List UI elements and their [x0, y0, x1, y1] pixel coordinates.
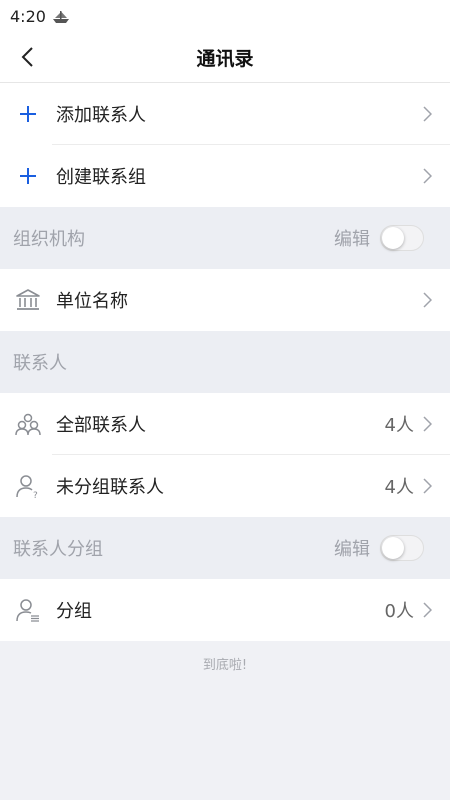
add-contact-row[interactable]: 添加联系人	[0, 83, 450, 145]
ungrouped-contacts-row[interactable]: ? 未分组联系人 4人	[0, 455, 450, 517]
building-icon	[14, 286, 42, 314]
group-count: 0人	[384, 601, 414, 622]
nav-bar: 通讯录	[0, 32, 450, 83]
section-header-contacts: 联系人	[0, 331, 450, 393]
chevron-right-icon	[420, 414, 434, 434]
page-title: 通讯录	[196, 47, 254, 70]
edit-toggle[interactable]	[380, 225, 424, 251]
all-contacts-count: 4人	[384, 415, 414, 436]
chevron-right-icon	[420, 600, 434, 620]
svg-text:?: ?	[33, 491, 38, 499]
edit-toggle[interactable]	[380, 535, 424, 561]
section-header-organization: 组织机构 编辑	[0, 207, 450, 269]
organization-unit-row[interactable]: 单位名称	[0, 269, 450, 331]
edit-label: 编辑	[334, 539, 370, 560]
ungrouped-contacts-count: 4人	[384, 477, 414, 498]
section-header-contact-groups: 联系人分组 编辑	[0, 517, 450, 579]
ungrouped-contacts-label: 未分组联系人	[56, 477, 164, 498]
add-contact-label: 添加联系人	[56, 105, 146, 126]
organization-unit-label: 单位名称	[56, 291, 128, 312]
chevron-right-icon	[420, 476, 434, 496]
edit-label: 编辑	[334, 229, 370, 250]
end-of-list-text: 到底啦!	[202, 658, 248, 673]
back-button[interactable]	[12, 40, 42, 74]
group-label: 分组	[56, 601, 92, 622]
section-title: 组织机构	[13, 229, 85, 250]
create-group-row[interactable]: 创建联系组	[0, 145, 450, 207]
chevron-right-icon	[420, 104, 434, 124]
person-list-icon	[14, 596, 42, 624]
status-time: 4:20	[10, 6, 46, 26]
section-title: 联系人	[13, 353, 67, 374]
all-contacts-row[interactable]: 全部联系人 4人	[0, 393, 450, 455]
group-row[interactable]: 分组 0人	[0, 579, 450, 641]
people-group-icon	[14, 410, 42, 438]
chevron-right-icon	[420, 290, 434, 310]
chevron-right-icon	[420, 166, 434, 186]
all-contacts-label: 全部联系人	[56, 415, 146, 436]
person-question-icon: ?	[14, 472, 42, 500]
status-bar: 4:20	[0, 0, 450, 32]
back-arrow-icon	[21, 47, 33, 67]
create-group-label: 创建联系组	[56, 167, 146, 188]
section-title: 联系人分组	[13, 539, 103, 560]
plus-icon	[14, 100, 42, 128]
plus-icon	[14, 162, 42, 190]
boat-notification-icon	[52, 9, 70, 23]
